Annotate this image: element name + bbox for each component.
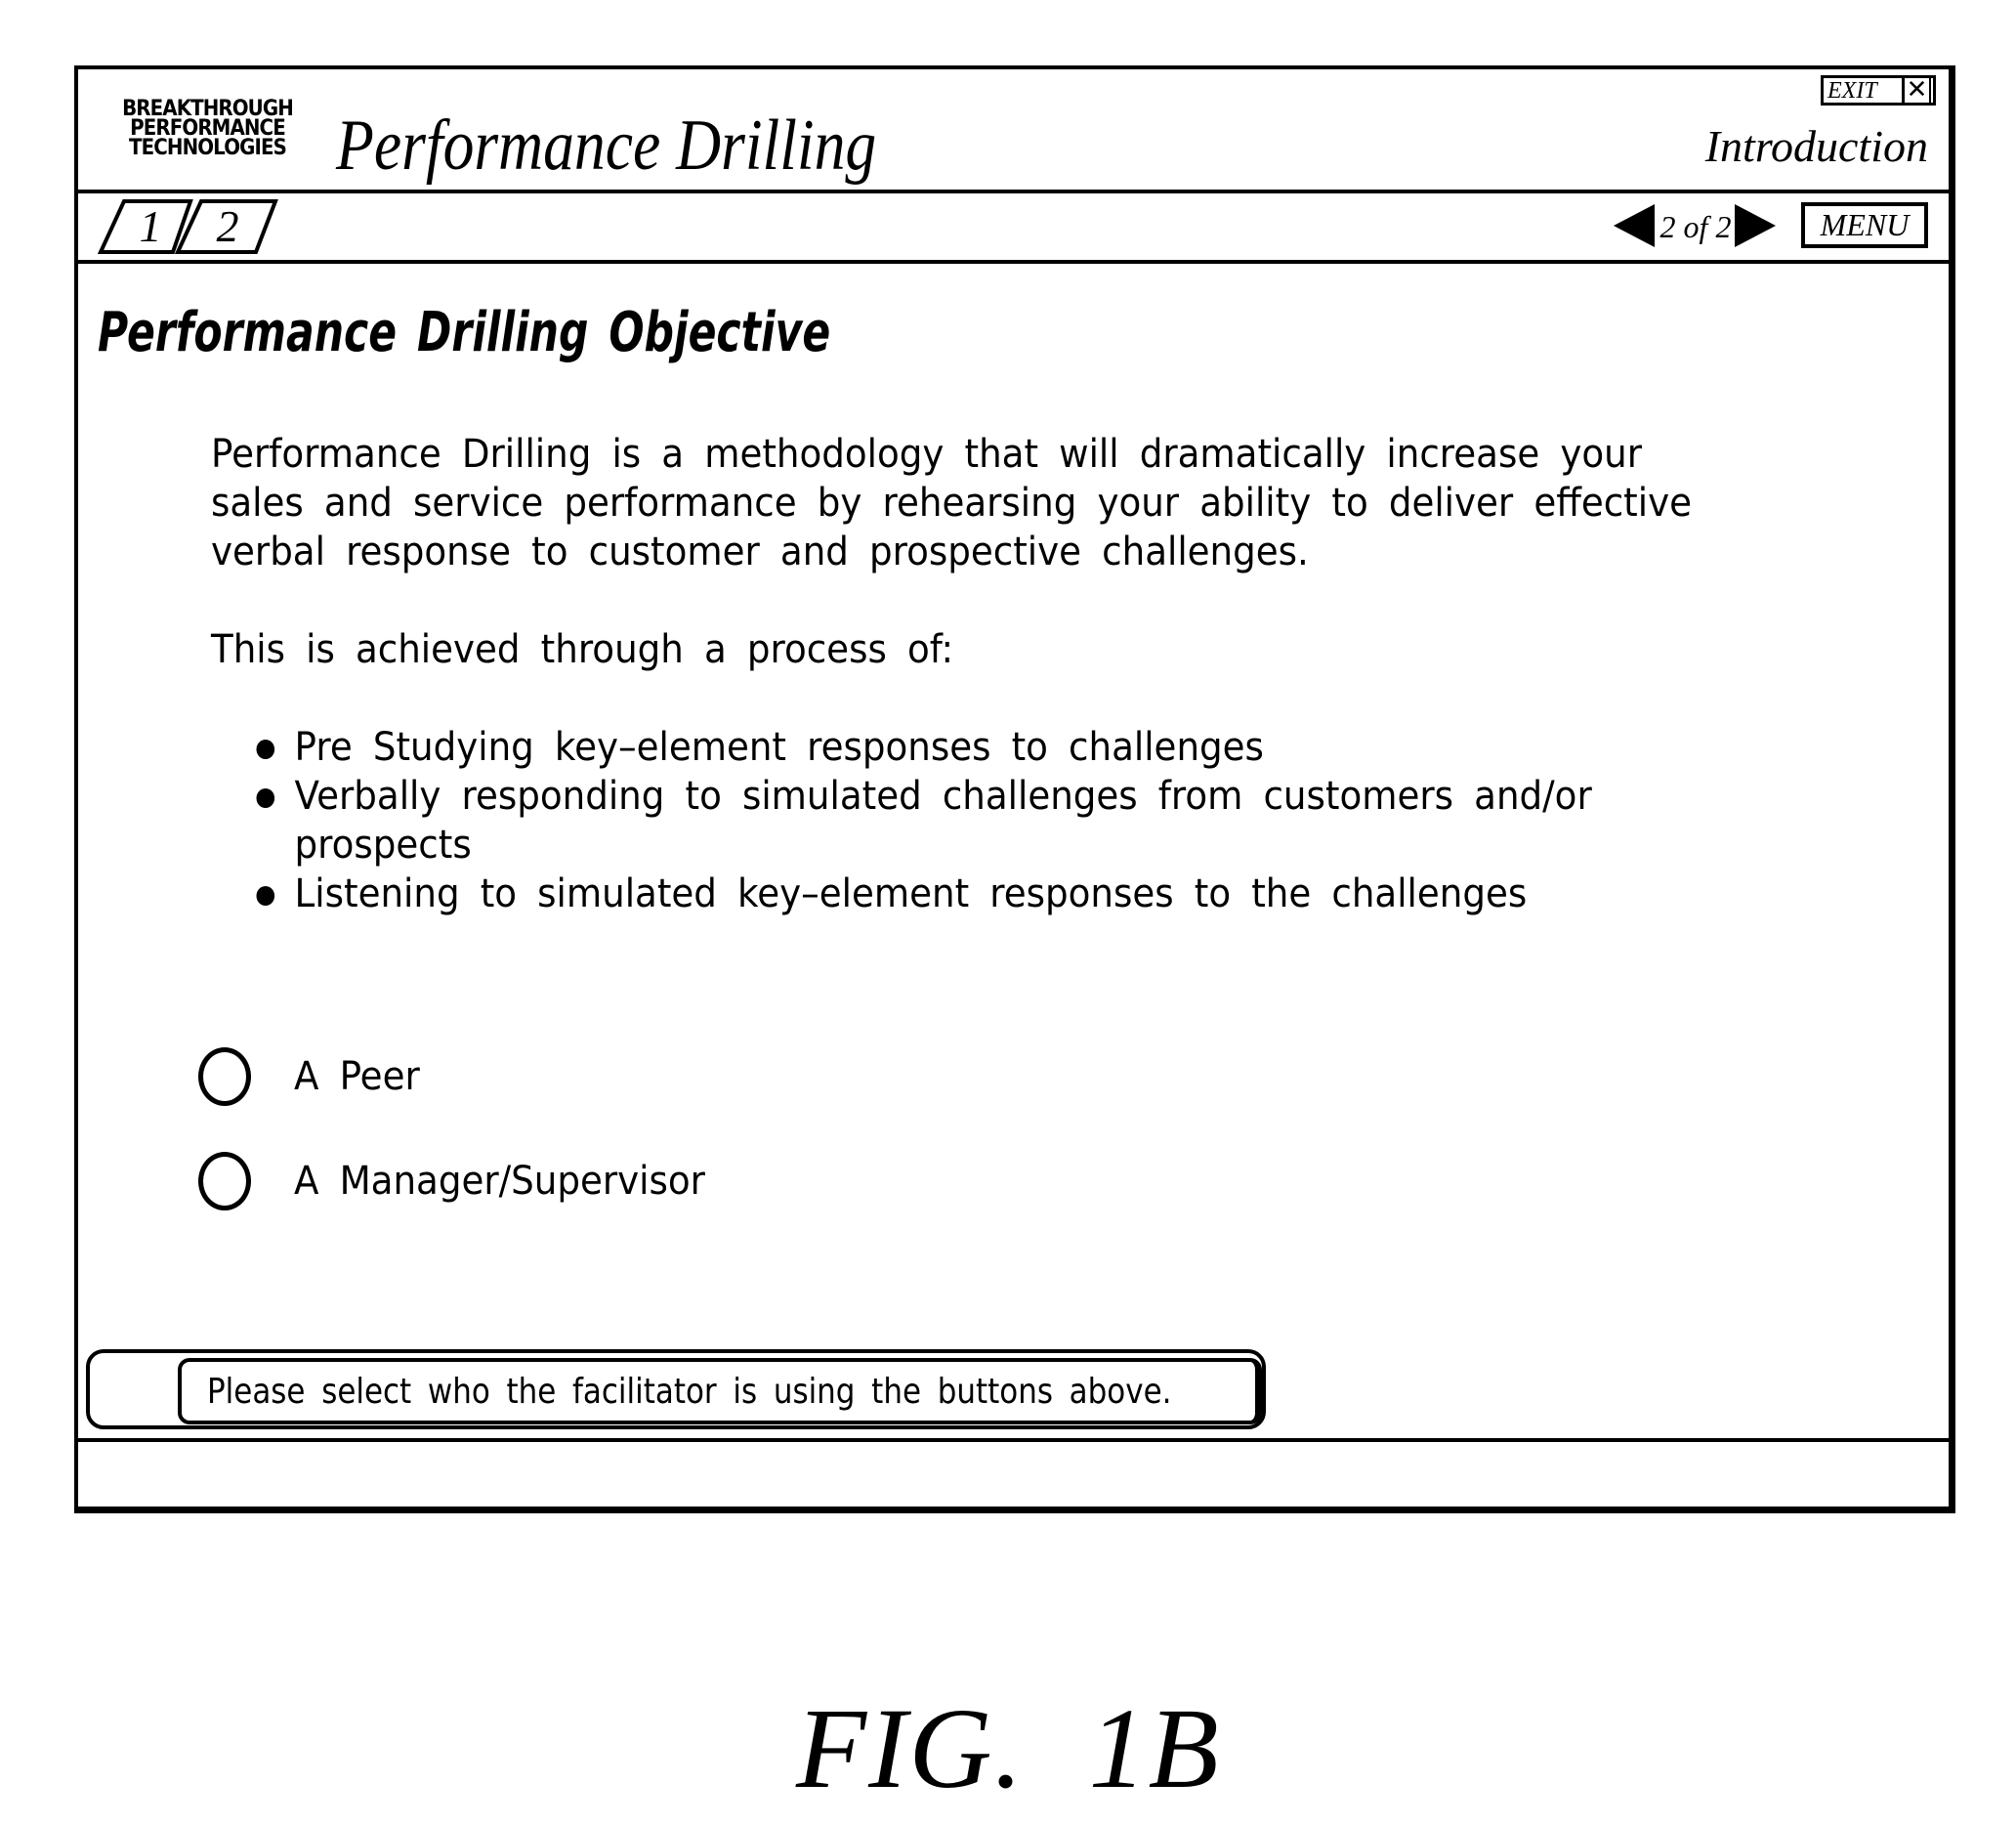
radio-label: A Manager/Supervisor bbox=[294, 1159, 705, 1204]
process-item-text: Verbally responding to simulated challen… bbox=[294, 774, 1592, 868]
footer-divider bbox=[74, 1438, 1955, 1442]
process-list-item: Pre Studying key–element responses to ch… bbox=[211, 723, 1675, 772]
section-title: Introduction bbox=[1704, 121, 1928, 171]
menu-button[interactable]: MENU bbox=[1801, 202, 1928, 248]
bullet-icon bbox=[256, 740, 275, 759]
radio-label: A Peer bbox=[294, 1054, 420, 1099]
page-heading: Performance Drilling Objective bbox=[98, 301, 831, 364]
exit-label: EXIT bbox=[1827, 77, 1877, 104]
radio-option-peer[interactable]: A Peer bbox=[198, 1043, 429, 1110]
radio-button-icon[interactable] bbox=[198, 1152, 251, 1210]
process-list-item: Verbally responding to simulated challen… bbox=[211, 772, 1675, 870]
app-title: Performance Drilling bbox=[336, 106, 877, 186]
toolbar-divider bbox=[74, 260, 1955, 264]
intro-line: Performance Drilling is a methodology th… bbox=[211, 432, 1642, 477]
process-item-text: Pre Studying key–element responses to ch… bbox=[294, 725, 1264, 770]
next-page-button[interactable] bbox=[1735, 204, 1776, 247]
status-message-box: Please select who the facilitator is usi… bbox=[178, 1358, 1262, 1424]
process-list: Pre Studying key–element responses to ch… bbox=[211, 723, 1737, 918]
previous-page-button[interactable] bbox=[1614, 204, 1655, 247]
logo-line: TECHNOLOGIES bbox=[129, 136, 287, 160]
process-item-text: Listening to simulated key–element respo… bbox=[294, 871, 1528, 916]
status-message: Please select who the facilitator is usi… bbox=[207, 1371, 1172, 1412]
radio-button-icon[interactable] bbox=[198, 1047, 251, 1106]
objective-text: Performance Drilling is a methodology th… bbox=[211, 430, 1737, 918]
intro-line: sales and service performance by rehears… bbox=[211, 481, 1693, 526]
tab-label: 2 bbox=[216, 201, 239, 251]
tab-page-2[interactable]: 2 bbox=[174, 198, 281, 255]
radio-option-manager-supervisor[interactable]: A Manager/Supervisor bbox=[198, 1148, 736, 1214]
figure-caption: FIG. 1B bbox=[796, 1684, 1221, 1812]
header-divider bbox=[74, 190, 1955, 193]
bullet-icon bbox=[256, 788, 275, 808]
close-x-icon: ✕ bbox=[1902, 77, 1931, 103]
process-list-item: Listening to simulated key–element respo… bbox=[211, 870, 1675, 918]
company-logo: BREAKTHROUGH PERFORMANCE TECHNOLOGIES bbox=[115, 99, 300, 160]
bullet-icon bbox=[256, 886, 275, 906]
page-indicator: 2 of 2 bbox=[1659, 209, 1732, 244]
exit-button[interactable]: EXIT ✕ bbox=[1821, 75, 1936, 106]
process-lead: This is achieved through a process of: bbox=[211, 627, 954, 672]
intro-line: verbal response to customer and prospect… bbox=[211, 530, 1309, 574]
